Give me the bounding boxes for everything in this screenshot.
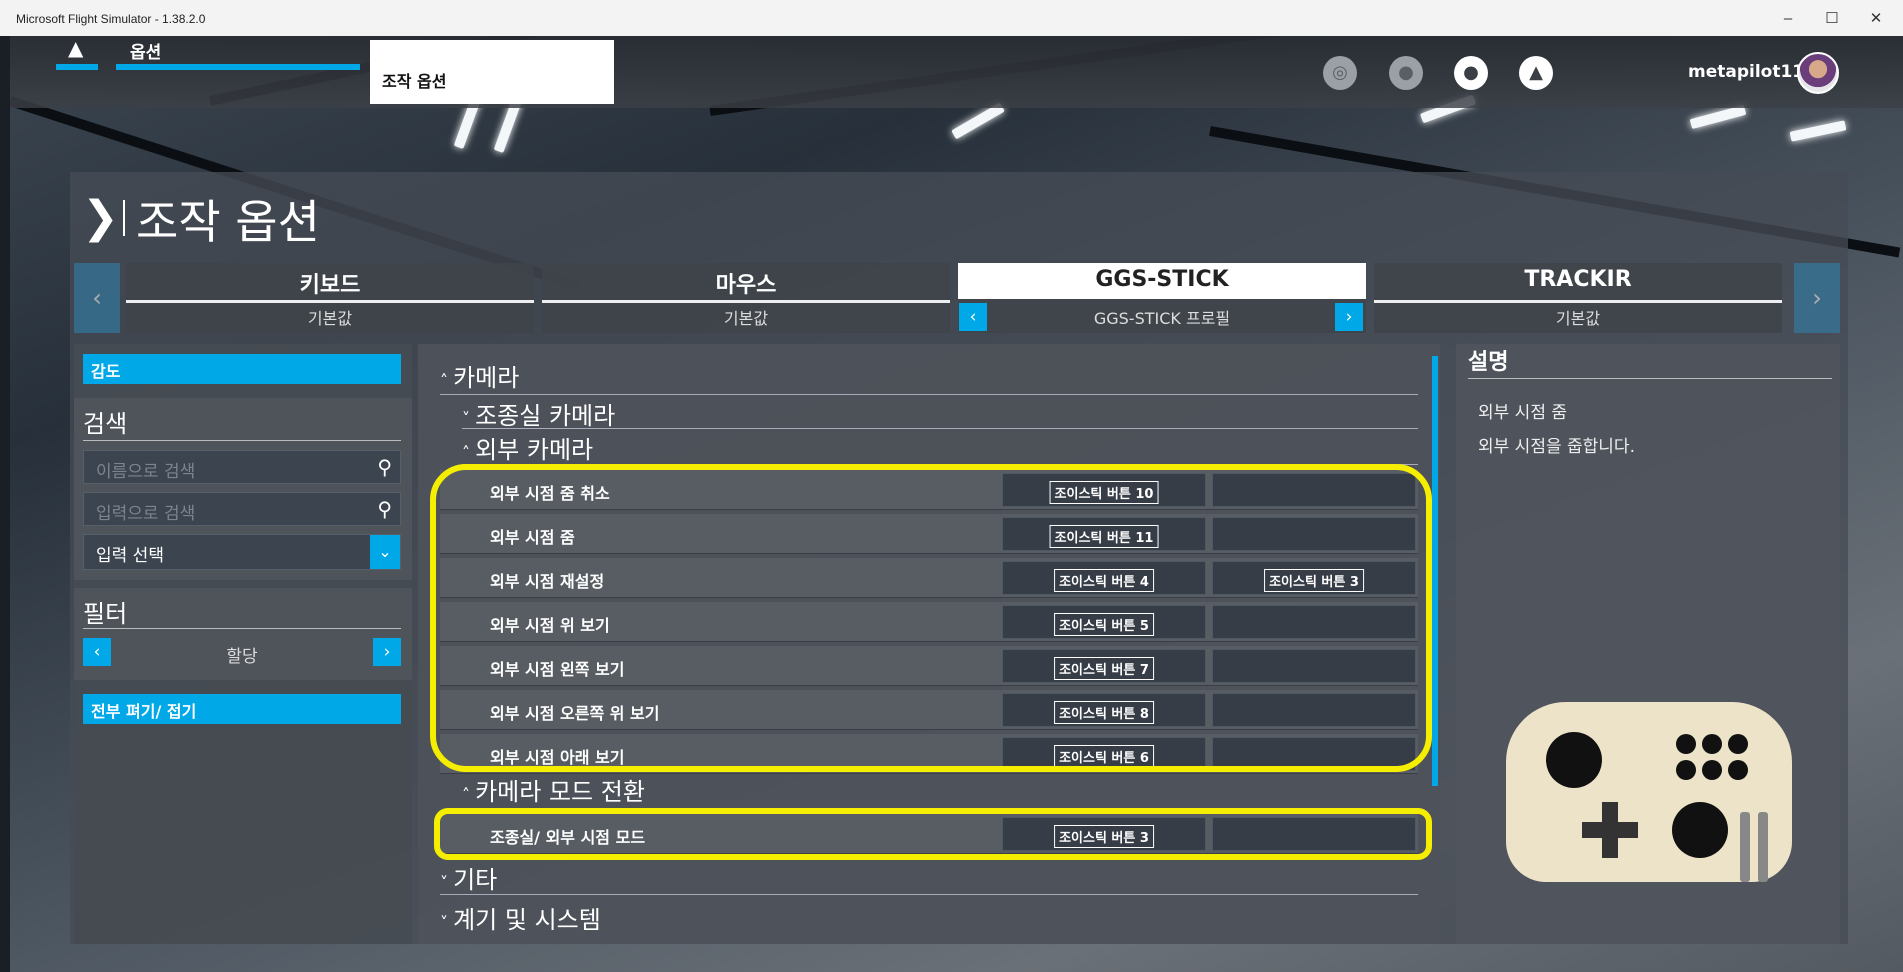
category-misc[interactable]: ˅ 기타 (440, 860, 497, 895)
binding-slot2[interactable] (1212, 649, 1416, 683)
filter-value: 할당 (226, 647, 258, 667)
binding-row: 외부 시점 아래 보기 조이스틱 버튼 6 (440, 734, 1418, 774)
username[interactable]: metapilot11 (1688, 62, 1804, 82)
chevron-right-icon: ❯ (82, 192, 119, 243)
chevron-up-icon: ˄ (462, 443, 476, 462)
joystick-button-chip: 조이스틱 버튼 10 (1049, 481, 1159, 504)
profile-prev-button[interactable]: ‹ (959, 303, 987, 331)
description-heading: 설명 (1468, 350, 1509, 375)
category-instruments[interactable]: ˅ 계기 및 시스템 (440, 900, 601, 935)
binding-slot2[interactable] (1212, 517, 1416, 551)
avatar[interactable] (1797, 52, 1839, 94)
binding-slot1[interactable]: 조이스틱 버튼 6 (1002, 737, 1206, 771)
search-heading: 검색 (83, 410, 128, 438)
category-external-camera[interactable]: ˄ 외부 카메라 (462, 430, 593, 465)
joystick-button-chip: 조이스틱 버튼 11 (1049, 525, 1159, 548)
search-input-field[interactable]: 입력으로 검색 ⚲ (83, 492, 401, 526)
description-item: 외부 시점 줌 (1478, 403, 1568, 423)
home-icon: ▲ (68, 36, 84, 60)
gamepad-image (1506, 692, 1792, 902)
input-select-dropdown[interactable]: 입력 선택 ⌄ (83, 534, 401, 570)
binding-row: 외부 시점 오른쪽 위 보기 조이스틱 버튼 8 (440, 690, 1418, 730)
joystick-button-chip: 조이스틱 버튼 3 (1264, 569, 1364, 592)
category-camera[interactable]: ˄ 카메라 (440, 358, 519, 393)
binding-slot1[interactable]: 조이스틱 버튼 3 (1002, 817, 1206, 851)
binding-name: 외부 시점 위 보기 (490, 616, 610, 635)
binding-slot2[interactable] (1212, 605, 1416, 639)
people-icon[interactable]: ● (1389, 56, 1423, 90)
binding-slot1[interactable]: 조이스틱 버튼 10 (1002, 473, 1206, 507)
binding-row: 조종실/ 외부 시점 모드 조이스틱 버튼 3 (440, 814, 1418, 854)
binding-row: 외부 시점 줌 조이스틱 버튼 11 (440, 514, 1418, 554)
binding-name: 외부 시점 아래 보기 (490, 748, 625, 767)
binding-name: 외부 시점 줌 (490, 528, 575, 547)
window-title: Microsoft Flight Simulator - 1.38.2.0 (16, 12, 206, 26)
description-text: 외부 시점을 줍합니다. (1478, 437, 1635, 457)
close-button[interactable]: ✕ (1862, 8, 1890, 30)
binding-slot2[interactable] (1212, 817, 1416, 851)
expand-collapse-button[interactable]: 전부 펴기/ 접기 (83, 694, 401, 724)
filter-prev-button[interactable]: ‹ (83, 638, 111, 666)
joystick-button-chip: 조이스틱 버튼 3 (1054, 825, 1154, 848)
binding-slot1[interactable]: 조이스틱 버튼 8 (1002, 693, 1206, 727)
binding-row: 외부 시점 왼쪽 보기 조이스틱 버튼 7 (440, 646, 1418, 686)
binding-name: 조종실/ 외부 시점 모드 (490, 828, 646, 847)
filter-selector: 할당 ‹ › (83, 638, 401, 668)
filter-heading: 필터 (83, 600, 128, 628)
chevron-up-icon: ˄ (462, 785, 476, 804)
binding-row: 외부 시점 위 보기 조이스틱 버튼 5 (440, 602, 1418, 642)
title-separator (123, 200, 125, 236)
device-tab-trackir[interactable]: TRACKIR 기본값 (1374, 263, 1782, 333)
binding-row: 외부 시점 재설정 조이스틱 버튼 4 조이스틱 버튼 3 (440, 558, 1418, 598)
chevron-down-icon: ˅ (440, 873, 454, 892)
device-tab-keyboard[interactable]: 키보드 기본값 (126, 263, 534, 333)
profile-next-button[interactable]: › (1335, 303, 1363, 331)
window-titlebar: Microsoft Flight Simulator - 1.38.2.0 – … (0, 0, 1903, 36)
binding-slot1[interactable]: 조이스틱 버튼 4 (1002, 561, 1206, 595)
home-button[interactable]: ▲ (56, 34, 106, 70)
binding-name: 외부 시점 오른쪽 위 보기 (490, 704, 660, 723)
chevron-down-icon: ⌄ (370, 535, 400, 569)
wheel-icon[interactable]: ◎ (1323, 56, 1357, 90)
search-icon: ⚲ (377, 455, 392, 479)
minimize-button[interactable]: – (1774, 8, 1802, 30)
binding-slot2[interactable] (1212, 473, 1416, 507)
profile-icon[interactable]: ● (1454, 56, 1488, 90)
maximize-button[interactable]: ☐ (1818, 8, 1846, 30)
search-icon: ⚲ (377, 497, 392, 521)
binding-slot2[interactable] (1212, 693, 1416, 727)
device-prev-button[interactable]: ‹ (74, 263, 120, 333)
tab-options[interactable]: 옵션 (116, 34, 360, 70)
search-name-input[interactable]: 이름으로 검색 ⚲ (83, 450, 401, 484)
binding-slot2[interactable] (1212, 737, 1416, 771)
chevron-down-icon: ˅ (462, 409, 476, 428)
category-camera-mode[interactable]: ˄ 카메라 모드 전환 (462, 772, 645, 807)
joystick-button-chip: 조이스틱 버튼 5 (1054, 613, 1154, 636)
binding-name: 외부 시점 왼쪽 보기 (490, 660, 625, 679)
chevron-up-icon: ˄ (440, 371, 454, 390)
binding-slot1[interactable]: 조이스틱 버튼 7 (1002, 649, 1206, 683)
sensitivity-button[interactable]: 감도 (83, 354, 401, 384)
chevron-down-icon: ˅ (440, 913, 454, 932)
binding-slot2[interactable]: 조이스틱 버튼 3 (1212, 561, 1416, 595)
joystick-button-chip: 조이스틱 버튼 8 (1054, 701, 1154, 724)
device-tab-ggs-stick[interactable]: GGS-STICK GGS-STICK 프로필 (958, 263, 1366, 333)
category-cockpit-camera[interactable]: ˅ 조종실 카메라 (462, 396, 615, 431)
binding-slot1[interactable]: 조이스틱 버튼 11 (1002, 517, 1206, 551)
device-next-button[interactable]: › (1794, 263, 1840, 333)
binding-name: 외부 시점 재설정 (490, 572, 605, 591)
tab-control-options[interactable]: 조작 옵션 (370, 40, 614, 104)
binding-slot1[interactable]: 조이스틱 버튼 5 (1002, 605, 1206, 639)
binding-row: 외부 시점 줌 취소 조이스틱 버튼 10 (440, 470, 1418, 510)
filter-next-button[interactable]: › (373, 638, 401, 666)
joystick-button-chip: 조이스틱 버튼 6 (1054, 745, 1154, 768)
joystick-button-chip: 조이스틱 버튼 4 (1054, 569, 1154, 592)
scrollbar[interactable] (1432, 356, 1438, 786)
bell-icon[interactable]: ▲ (1519, 56, 1553, 90)
device-tab-mouse[interactable]: 마우스 기본값 (542, 263, 950, 333)
joystick-button-chip: 조이스틱 버튼 7 (1054, 657, 1154, 680)
binding-name: 외부 시점 줌 취소 (490, 484, 610, 503)
page-title: 조작 옵션 (136, 195, 320, 249)
